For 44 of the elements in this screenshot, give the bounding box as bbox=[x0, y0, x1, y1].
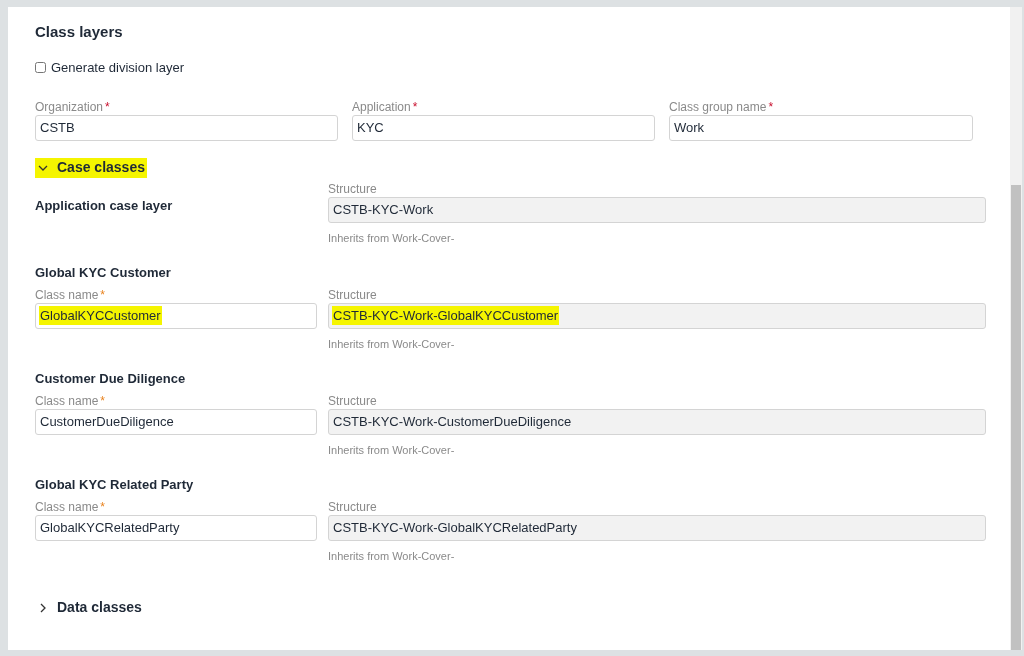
class-name-input[interactable]: GlobalKYCRelatedParty bbox=[35, 514, 317, 541]
field-value: CSTB-KYC-Work bbox=[332, 200, 435, 219]
text-input[interactable]: KYC bbox=[352, 114, 655, 141]
text-input[interactable]: CSTB bbox=[35, 114, 338, 141]
field-label: Class name bbox=[35, 286, 99, 304]
field-label: Class name bbox=[35, 498, 99, 516]
checkbox[interactable] bbox=[35, 62, 46, 74]
required-asterisk: * bbox=[100, 498, 106, 516]
field-value: CSTB-KYC-Work-GlobalKYCRelatedParty bbox=[332, 518, 578, 537]
class-name-input[interactable]: GlobalKYCCustomer bbox=[35, 302, 317, 329]
helper-text: Inherits from Work-Cover- bbox=[328, 442, 456, 456]
field-value: CSTB-KYC-Work-GlobalKYCCustomer bbox=[332, 305, 560, 326]
field-label: Structure bbox=[328, 286, 377, 304]
helper-text: Inherits from Work-Cover- bbox=[328, 548, 456, 562]
field-value: CustomerDueDiligence bbox=[39, 412, 175, 431]
field-label: Organization bbox=[35, 98, 104, 116]
text-input[interactable]: Work bbox=[669, 114, 973, 141]
section-title: Class layers bbox=[35, 22, 124, 42]
scrollbar-thumb[interactable] bbox=[1011, 185, 1021, 650]
field-label: Structure bbox=[328, 498, 377, 516]
required-asterisk: * bbox=[412, 98, 418, 116]
required-asterisk: * bbox=[100, 392, 106, 410]
class-heading: Global KYC Customer bbox=[35, 263, 172, 282]
helper-text: Inherits from Work-Cover- bbox=[328, 230, 456, 244]
class-heading: Global KYC Related Party bbox=[35, 475, 195, 494]
section-toggle[interactable]: Data classes bbox=[35, 597, 144, 618]
required-asterisk: * bbox=[768, 98, 774, 116]
class-heading: Customer Due Diligence bbox=[35, 369, 187, 388]
field-label: Structure bbox=[328, 180, 377, 198]
class-heading: Application case layer bbox=[35, 196, 174, 215]
required-asterisk: * bbox=[105, 98, 110, 116]
field-label: Class name bbox=[35, 392, 99, 410]
helper-text: Inherits from Work-Cover- bbox=[328, 336, 456, 350]
section-toggle[interactable]: Case classes bbox=[35, 157, 147, 178]
scrollbar[interactable] bbox=[1010, 7, 1022, 650]
field-label: Application bbox=[352, 98, 411, 116]
field-value: GlobalKYCRelatedParty bbox=[39, 518, 181, 537]
checkbox-label: Generate division layer bbox=[51, 59, 184, 77]
field-value: GlobalKYCCustomer bbox=[39, 305, 162, 326]
field-label: Structure bbox=[328, 392, 377, 410]
field-value: CSTB-KYC-Work-CustomerDueDiligence bbox=[332, 412, 573, 431]
required-asterisk: * bbox=[100, 286, 106, 304]
class-name-input[interactable]: CustomerDueDiligence bbox=[35, 408, 317, 435]
field-label: Class group name bbox=[669, 98, 767, 116]
